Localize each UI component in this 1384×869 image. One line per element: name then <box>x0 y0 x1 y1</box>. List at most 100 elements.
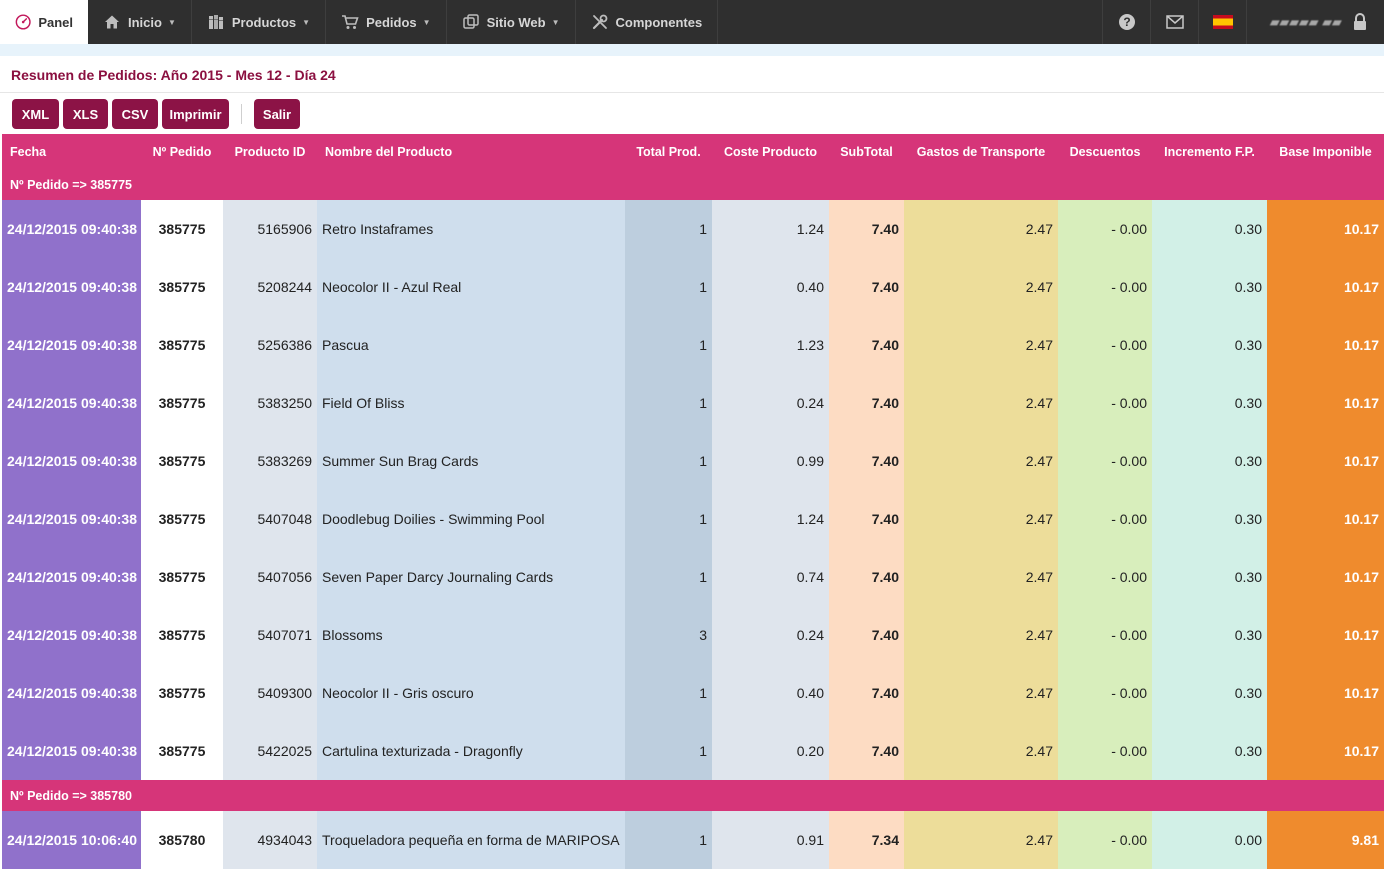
nav-componentes[interactable]: Componentes <box>576 0 719 44</box>
help-icon: ? <box>1118 14 1135 30</box>
nav-productos[interactable]: Productos ▼ <box>192 0 327 44</box>
cell-numero-pedido: 385775 <box>141 258 223 316</box>
cell-coste-producto: 0.20 <box>712 722 829 780</box>
cell-incremento-fp: 0.30 <box>1152 548 1267 606</box>
cell-numero-pedido: 385775 <box>141 432 223 490</box>
header-subtotal[interactable]: SubTotal <box>829 134 904 169</box>
table-body: Nº Pedido => 385775 24/12/2015 09:40:38 38… <box>2 169 1384 869</box>
table-row[interactable]: 24/12/2015 10:06:40 385780 4934043 Troquela… <box>2 811 1384 869</box>
cell-producto-id: 5208244 <box>223 258 317 316</box>
table-row[interactable]: 24/12/2015 09:40:38 385775 5422025 Cartulin… <box>2 722 1384 780</box>
header-base-imponible[interactable]: Base Imponible <box>1267 134 1384 169</box>
cell-coste-producto: 0.24 <box>712 606 829 664</box>
cell-producto-id: 5383269 <box>223 432 317 490</box>
order-group-label: Nº Pedido => 385780 <box>2 780 1384 811</box>
cell-subtotal: 7.40 <box>829 722 904 780</box>
cell-incremento-fp: 0.30 <box>1152 606 1267 664</box>
cell-numero-pedido: 385775 <box>141 374 223 432</box>
header-coste-producto[interactable]: Coste Producto <box>712 134 829 169</box>
cell-gastos-transporte: 2.47 <box>904 200 1058 258</box>
order-group-label: Nº Pedido => 385775 <box>2 169 1384 200</box>
cell-producto-id: 4934043 <box>223 811 317 869</box>
table-row[interactable]: 24/12/2015 09:40:38 385775 5383269 Summer S… <box>2 432 1384 490</box>
cell-fecha: 24/12/2015 09:40:38 <box>2 548 141 606</box>
chevron-down-icon: ▼ <box>551 17 560 27</box>
export-xml-button[interactable]: XML <box>12 99 59 129</box>
print-button[interactable]: Imprimir <box>162 99 229 129</box>
header-numero-pedido[interactable]: Nº Pedido <box>141 134 223 169</box>
header-producto-id[interactable]: Producto ID <box>223 134 317 169</box>
cell-fecha: 24/12/2015 09:40:38 <box>2 664 141 722</box>
cell-nombre-producto: Blossoms <box>317 606 625 664</box>
header-gastos-transporte[interactable]: Gastos de Transporte <box>904 134 1058 169</box>
cell-base-imponible: 10.17 <box>1267 200 1384 258</box>
cell-total-prod: 1 <box>625 722 712 780</box>
cell-incremento-fp: 0.30 <box>1152 258 1267 316</box>
cell-producto-id: 5407048 <box>223 490 317 548</box>
cell-descuentos: - 0.00 <box>1058 664 1152 722</box>
language-button[interactable] <box>1198 0 1246 44</box>
table-row[interactable]: 24/12/2015 09:40:38 385775 5165906 Retro In… <box>2 200 1384 258</box>
header-nombre-producto[interactable]: Nombre del Producto <box>317 134 625 169</box>
header-incremento-fp[interactable]: Incremento F.P. <box>1152 134 1267 169</box>
cell-nombre-producto: Neocolor II - Gris oscuro <box>317 664 625 722</box>
cell-descuentos: - 0.00 <box>1058 258 1152 316</box>
cell-total-prod: 1 <box>625 811 712 869</box>
cell-fecha: 24/12/2015 09:40:38 <box>2 258 141 316</box>
cell-fecha: 24/12/2015 09:40:38 <box>2 374 141 432</box>
export-csv-button[interactable]: CSV <box>112 99 158 129</box>
nav-panel[interactable]: Panel <box>0 0 88 44</box>
nav-componentes-label: Componentes <box>615 14 703 30</box>
table-row[interactable]: 24/12/2015 09:40:38 385775 5407056 Seven Pa… <box>2 548 1384 606</box>
cell-total-prod: 1 <box>625 548 712 606</box>
table-row[interactable]: 24/12/2015 09:40:38 385775 5409300 Neocolor… <box>2 664 1384 722</box>
cell-coste-producto: 1.23 <box>712 316 829 374</box>
table-row[interactable]: 24/12/2015 09:40:38 385775 5383250 Field Of… <box>2 374 1384 432</box>
cell-base-imponible: 10.17 <box>1267 722 1384 780</box>
table-row[interactable]: 24/12/2015 09:40:38 385775 5407048 Doodlebu… <box>2 490 1384 548</box>
order-group-row[interactable]: Nº Pedido => 385775 <box>2 169 1384 200</box>
cell-incremento-fp: 0.30 <box>1152 200 1267 258</box>
top-navbar: Panel Inicio ▼ Productos ▼ Pedidos ▼ Sit… <box>0 0 1384 44</box>
nav-inicio[interactable]: Inicio ▼ <box>88 0 192 44</box>
cell-base-imponible: 10.17 <box>1267 316 1384 374</box>
cell-gastos-transporte: 2.47 <box>904 722 1058 780</box>
spain-flag-icon <box>1212 15 1233 29</box>
cell-numero-pedido: 385775 <box>141 606 223 664</box>
cell-nombre-producto: Field Of Bliss <box>317 374 625 432</box>
cell-base-imponible: 10.17 <box>1267 490 1384 548</box>
nav-right-group: ? ▰▰▰▰▰ ▰▰ <box>1102 0 1384 44</box>
nav-pedidos-label: Pedidos <box>366 14 417 30</box>
chevron-down-icon: ▼ <box>422 17 431 27</box>
table-row[interactable]: 24/12/2015 09:40:38 385775 5256386 Pascua 1 1… <box>2 316 1384 374</box>
cell-gastos-transporte: 2.47 <box>904 432 1058 490</box>
cell-numero-pedido: 385775 <box>141 548 223 606</box>
user-menu[interactable]: ▰▰▰▰▰ ▰▰ <box>1246 0 1384 44</box>
books-icon <box>208 15 223 29</box>
svg-text:?: ? <box>1123 15 1130 29</box>
cell-fecha: 24/12/2015 10:06:40 <box>2 811 141 869</box>
table-row[interactable]: 24/12/2015 09:40:38 385775 5407071 Blossoms… <box>2 606 1384 664</box>
header-strip <box>0 44 1384 56</box>
cell-total-prod: 1 <box>625 200 712 258</box>
help-button[interactable]: ? <box>1102 0 1150 44</box>
cell-descuentos: - 0.00 <box>1058 722 1152 780</box>
header-fecha[interactable]: Fecha <box>2 134 141 169</box>
cell-total-prod: 1 <box>625 258 712 316</box>
header-total-prod[interactable]: Total Prod. <box>625 134 712 169</box>
cell-nombre-producto: Neocolor II - Azul Real <box>317 258 625 316</box>
cell-coste-producto: 0.91 <box>712 811 829 869</box>
exit-button[interactable]: Salir <box>254 99 300 129</box>
cell-subtotal: 7.40 <box>829 258 904 316</box>
export-xls-button[interactable]: XLS <box>63 99 108 129</box>
nav-pedidos[interactable]: Pedidos ▼ <box>326 0 447 44</box>
dashboard-icon <box>15 14 31 30</box>
order-group-row[interactable]: Nº Pedido => 385780 <box>2 780 1384 811</box>
table-row[interactable]: 24/12/2015 09:40:38 385775 5208244 Neocolor… <box>2 258 1384 316</box>
cell-producto-id: 5409300 <box>223 664 317 722</box>
cell-subtotal: 7.40 <box>829 432 904 490</box>
divider <box>0 92 1384 93</box>
header-descuentos[interactable]: Descuentos <box>1058 134 1152 169</box>
mail-button[interactable] <box>1150 0 1198 44</box>
nav-sitio-web[interactable]: Sitio Web ▼ <box>447 0 576 44</box>
